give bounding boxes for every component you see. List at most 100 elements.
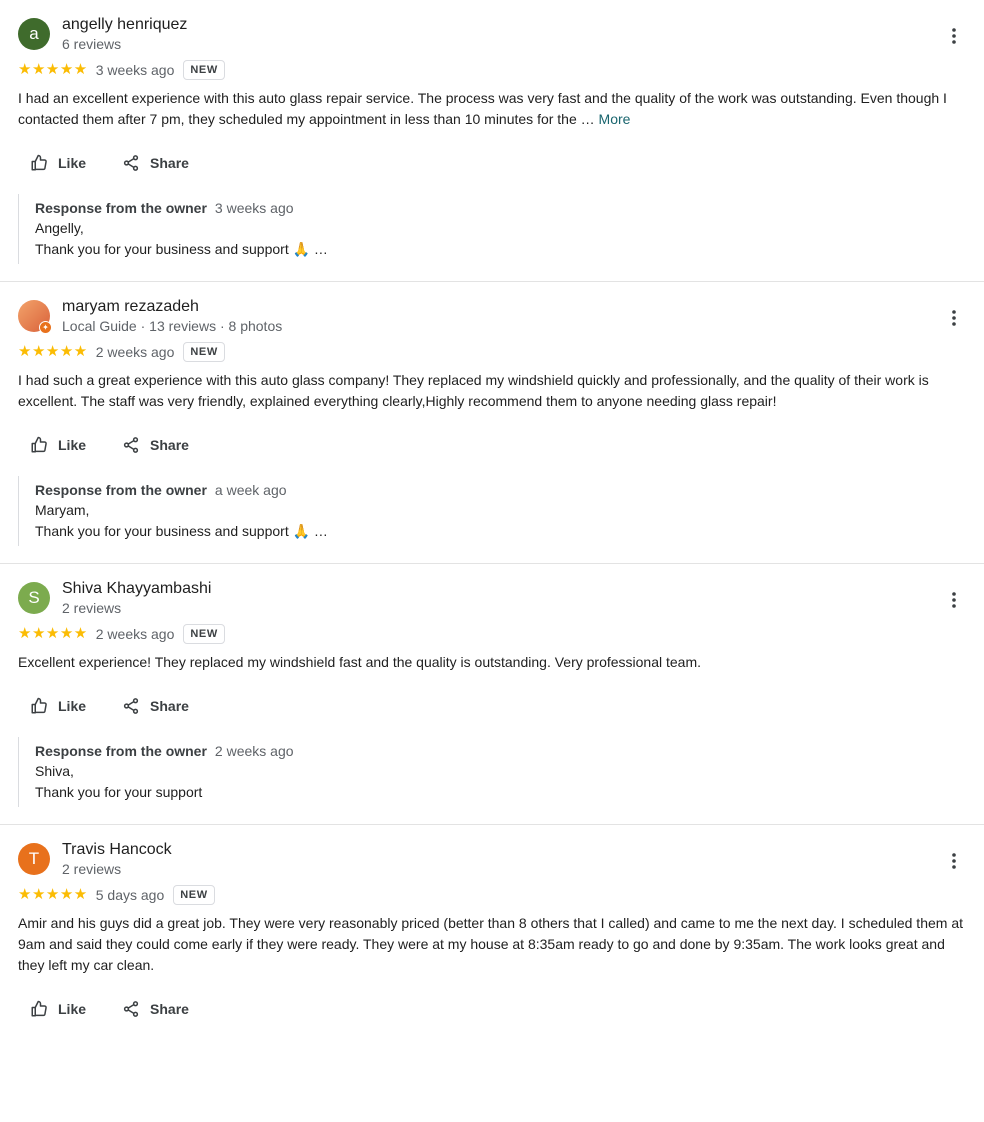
- star-rating-icon: ★★★★★: [18, 61, 88, 78]
- review-body: Excellent experience! They replaced my w…: [18, 654, 702, 670]
- review-card: a angelly henriquez 6 reviews ★★★★★ 3 we…: [0, 0, 984, 282]
- owner-response-header: Response from the owner 3 weeks ago: [35, 198, 984, 218]
- like-button[interactable]: Like: [18, 428, 98, 462]
- reviewer-name[interactable]: Travis Hancock: [62, 840, 172, 860]
- share-icon: [122, 154, 150, 172]
- thumbs-up-icon: [30, 154, 58, 172]
- share-label: Share: [150, 155, 189, 171]
- share-button[interactable]: Share: [110, 689, 201, 723]
- new-badge: NEW: [173, 885, 215, 905]
- owner-response-greeting: Maryam,: [35, 502, 90, 518]
- rating-row: ★★★★★ 3 weeks ago NEW: [18, 58, 984, 82]
- reviewer-meta: Local Guide · 13 reviews · 8 photos: [62, 318, 283, 334]
- avatar-letter: a: [29, 24, 39, 43]
- share-label: Share: [150, 698, 189, 714]
- reviewer-header: T Travis Hancock 2 reviews: [18, 841, 984, 877]
- avatar-letter: S: [28, 588, 40, 607]
- share-label: Share: [150, 1001, 189, 1017]
- review-card: ✦ maryam rezazadeh Local Guide · 13 revi…: [0, 282, 984, 564]
- owner-response: Response from the owner 3 weeks ago Angel…: [18, 194, 984, 264]
- owner-response-date: a week ago: [214, 482, 287, 498]
- review-date: 2 weeks ago: [95, 344, 175, 360]
- more-options-icon[interactable]: [946, 590, 962, 610]
- like-button[interactable]: Like: [18, 146, 98, 180]
- like-label: Like: [58, 1001, 87, 1017]
- avatar[interactable]: T: [18, 843, 50, 875]
- review-date: 2 weeks ago: [95, 626, 175, 642]
- owner-response-text: Thank you for your business and support …: [35, 241, 328, 257]
- reviewer-name[interactable]: maryam rezazadeh: [62, 297, 282, 317]
- review-date: 3 weeks ago: [95, 62, 175, 78]
- review-card: S Shiva Khayyambashi 2 reviews ★★★★★ 2 w…: [0, 564, 984, 825]
- share-label: Share: [150, 437, 189, 453]
- local-guide-badge-icon: ✦: [39, 321, 52, 334]
- like-button[interactable]: Like: [18, 689, 98, 723]
- share-button[interactable]: Share: [110, 992, 201, 1026]
- share-button[interactable]: Share: [110, 146, 201, 180]
- owner-response-header: Response from the owner 2 weeks ago: [35, 741, 984, 761]
- owner-response-greeting: Angelly,: [35, 220, 84, 236]
- more-options-icon[interactable]: [946, 308, 962, 328]
- reviewer-meta: 2 reviews: [62, 861, 122, 877]
- reviewer-header: ✦ maryam rezazadeh Local Guide · 13 revi…: [18, 298, 984, 334]
- new-badge: NEW: [183, 342, 225, 362]
- more-options-icon[interactable]: [946, 26, 962, 46]
- avatar[interactable]: ✦: [18, 300, 52, 334]
- share-button[interactable]: Share: [110, 428, 201, 462]
- like-label: Like: [58, 437, 87, 453]
- rating-row: ★★★★★ 2 weeks ago NEW: [18, 622, 984, 646]
- owner-response-label: Response from the owner: [35, 200, 207, 216]
- avatar-letter: T: [28, 849, 40, 868]
- reviewer-header: S Shiva Khayyambashi 2 reviews: [18, 580, 984, 616]
- star-rating-icon: ★★★★★: [18, 625, 88, 642]
- reviewer-name[interactable]: angelly henriquez: [62, 15, 187, 35]
- avatar[interactable]: a: [18, 18, 50, 50]
- owner-response: Response from the owner a week ago Maryam…: [18, 476, 984, 546]
- star-rating-icon: ★★★★★: [18, 886, 88, 903]
- review-body: I had such a great experience with this …: [18, 372, 929, 409]
- review-actions: Like Share: [18, 689, 984, 723]
- owner-response-text: Thank you for your support: [35, 784, 203, 800]
- avatar[interactable]: S: [18, 582, 50, 614]
- owner-response-date: 3 weeks ago: [214, 200, 294, 216]
- reviewer-meta: 2 reviews: [62, 600, 122, 616]
- review-body: Amir and his guys did a great job. They …: [18, 915, 963, 973]
- new-badge: NEW: [183, 624, 225, 644]
- star-rating-icon: ★★★★★: [18, 343, 88, 360]
- thumbs-up-icon: [30, 1000, 58, 1018]
- owner-response-label: Response from the owner: [35, 743, 207, 759]
- review-text: Excellent experience! They replaced my w…: [18, 652, 984, 673]
- owner-response-greeting: Shiva,: [35, 763, 74, 779]
- rating-row: ★★★★★ 5 days ago NEW: [18, 883, 984, 907]
- review-text: Amir and his guys did a great job. They …: [18, 913, 984, 976]
- review-body: I had an excellent experience with this …: [18, 90, 947, 127]
- like-label: Like: [58, 698, 87, 714]
- reviews-list: a angelly henriquez 6 reviews ★★★★★ 3 we…: [0, 0, 984, 1040]
- share-icon: [122, 436, 150, 454]
- more-options-icon[interactable]: [946, 851, 962, 871]
- thumbs-up-icon: [30, 436, 58, 454]
- review-actions: Like Share: [18, 992, 984, 1026]
- new-badge: NEW: [183, 60, 225, 80]
- reviewer-name[interactable]: Shiva Khayyambashi: [62, 579, 211, 599]
- like-button[interactable]: Like: [18, 992, 98, 1026]
- like-label: Like: [58, 155, 87, 171]
- reviewer-meta: 6 reviews: [62, 36, 122, 52]
- owner-response: Response from the owner 2 weeks ago Shiva…: [18, 737, 984, 807]
- thumbs-up-icon: [30, 697, 58, 715]
- review-text: I had an excellent experience with this …: [18, 88, 984, 130]
- more-link[interactable]: More: [599, 111, 631, 127]
- owner-response-text: Thank you for your business and support …: [35, 523, 328, 539]
- reviewer-header: a angelly henriquez 6 reviews: [18, 16, 984, 52]
- review-text: I had such a great experience with this …: [18, 370, 984, 412]
- review-actions: Like Share: [18, 428, 984, 462]
- review-date: 5 days ago: [95, 887, 165, 903]
- rating-row: ★★★★★ 2 weeks ago NEW: [18, 340, 984, 364]
- share-icon: [122, 1000, 150, 1018]
- owner-response-date: 2 weeks ago: [214, 743, 294, 759]
- review-actions: Like Share: [18, 146, 984, 180]
- owner-response-label: Response from the owner: [35, 482, 207, 498]
- owner-response-header: Response from the owner a week ago: [35, 480, 984, 500]
- share-icon: [122, 697, 150, 715]
- review-card: T Travis Hancock 2 reviews ★★★★★ 5 days …: [0, 825, 984, 1040]
